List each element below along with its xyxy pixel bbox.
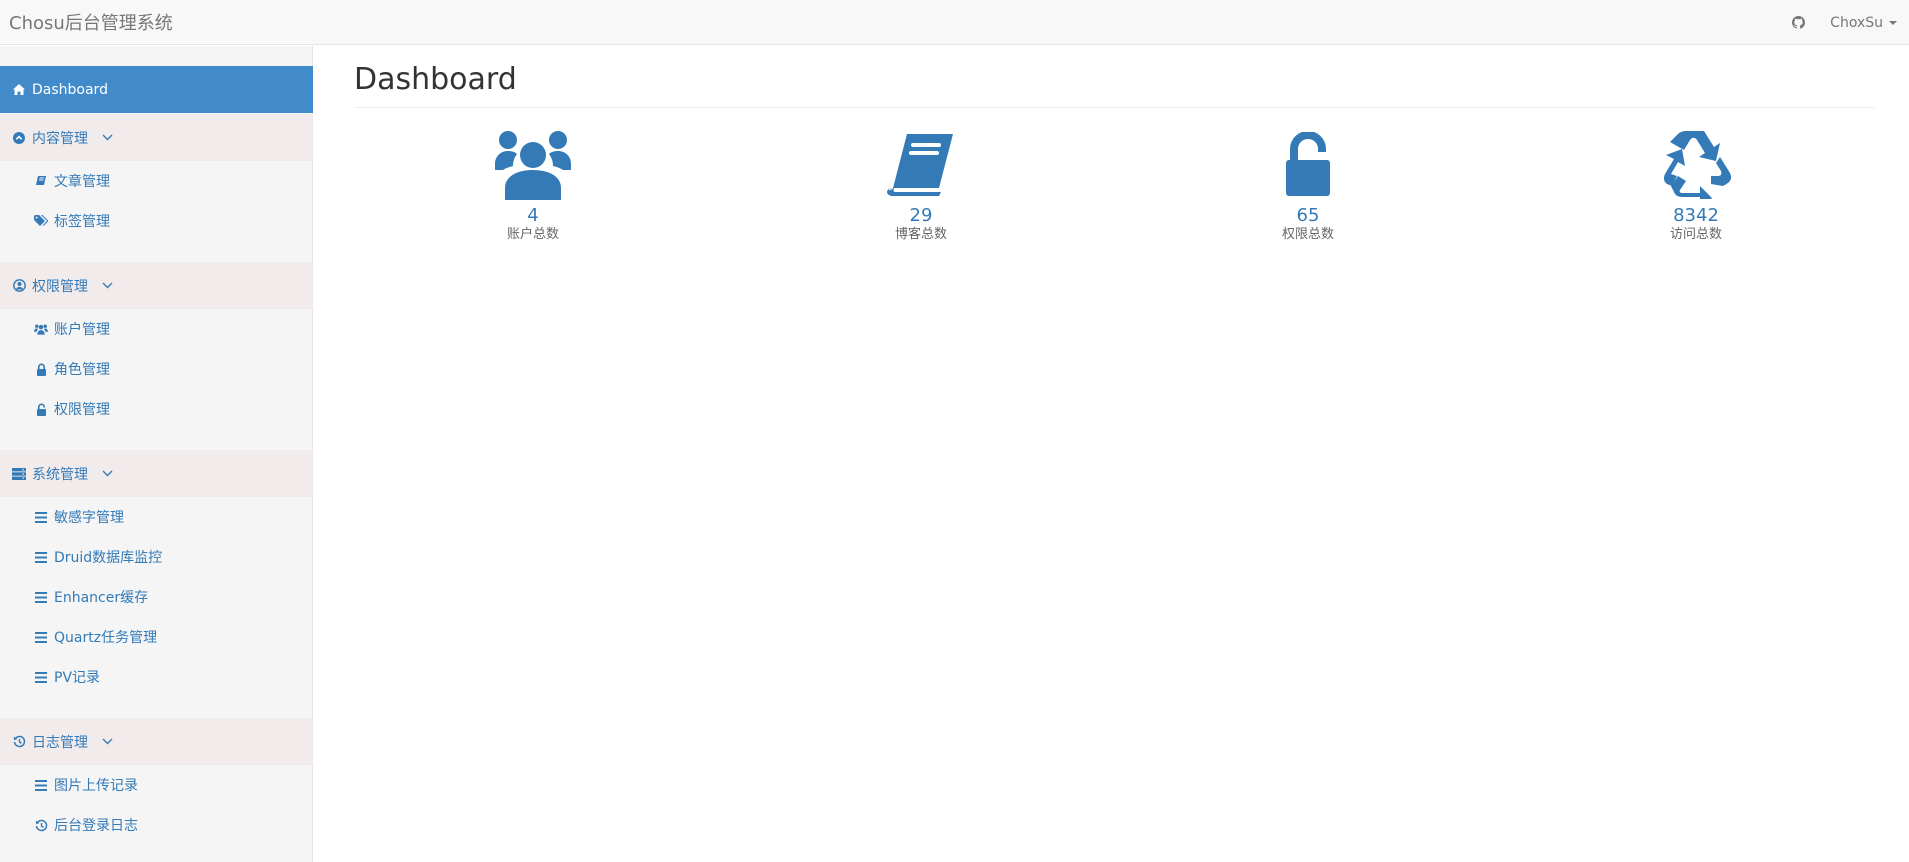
users-icon [34, 322, 48, 336]
chevron-down-icon [102, 134, 113, 141]
book-icon [34, 174, 48, 188]
sidebar-item-dashboard[interactable]: Dashboard [0, 66, 313, 113]
unlock-icon [1228, 126, 1388, 202]
stat-accounts[interactable]: 4 账户总数 [453, 126, 613, 244]
tags-icon [34, 214, 48, 228]
user-menu[interactable]: ChoxSu [1830, 15, 1897, 31]
sidebar-item-label: 账户管理 [54, 322, 110, 338]
circle-chevron-up-icon [12, 131, 26, 145]
sidebar-item-label: 权限管理 [54, 402, 110, 418]
title-divider [354, 107, 1875, 108]
page-title: Dashboard [354, 62, 517, 97]
sidebar-item-login-logs[interactable]: 后台登录日志 [34, 813, 138, 837]
navbar-right: ChoxSu [1790, 0, 1897, 45]
lock-icon [34, 362, 48, 376]
stat-value: 65 [1296, 205, 1320, 226]
sidebar-group-label: 系统管理 [32, 466, 88, 483]
book-icon [841, 126, 1001, 202]
chevron-down-icon [102, 738, 113, 745]
sidebar-item-label: 标签管理 [54, 214, 110, 230]
caret-down-icon [1889, 20, 1897, 25]
sidebar-group-label: 内容管理 [32, 130, 88, 147]
chevron-down-icon [102, 282, 113, 289]
user-circle-icon [12, 279, 26, 293]
stat-value: 4 [527, 205, 539, 226]
stat-value: 29 [909, 205, 933, 226]
sidebar-item-enhancer[interactable]: Enhancer缓存 [34, 585, 148, 609]
sidebar-group-label: 权限管理 [32, 278, 88, 295]
server-icon [12, 467, 26, 481]
sidebar-item-pv[interactable]: PV记录 [34, 665, 100, 689]
sidebar-group-permissions[interactable]: 权限管理 [0, 262, 313, 309]
menu-lines-icon [34, 630, 48, 644]
sidebar-item-label: 图片上传记录 [54, 778, 138, 794]
stat-label: 账户总数 [506, 227, 559, 242]
sidebar-item-label: Quartz任务管理 [54, 630, 158, 646]
sidebar-item-permissions[interactable]: 权限管理 [34, 397, 110, 421]
github-icon[interactable] [1790, 15, 1806, 31]
menu-lines-icon [34, 778, 48, 792]
sidebar-item-articles[interactable]: 文章管理 [34, 169, 110, 193]
menu-lines-icon [34, 590, 48, 604]
sidebar-item-tags[interactable]: 标签管理 [34, 209, 110, 233]
stat-label: 权限总数 [1281, 227, 1334, 242]
sidebar-item-sensitive-words[interactable]: 敏感字管理 [34, 505, 124, 529]
stat-visits[interactable]: 8342 访问总数 [1616, 126, 1776, 244]
recycle-icon [1616, 126, 1776, 202]
stat-label: 访问总数 [1669, 227, 1722, 242]
sidebar-item-label: 敏感字管理 [54, 510, 124, 526]
sidebar-group-label: 日志管理 [32, 734, 88, 751]
chevron-down-icon [102, 470, 113, 477]
sidebar-item-quartz[interactable]: Quartz任务管理 [34, 625, 157, 649]
unlock-icon [34, 402, 48, 416]
stat-permissions[interactable]: 65 权限总数 [1228, 126, 1388, 244]
sidebar-item-image-uploads[interactable]: 图片上传记录 [34, 773, 138, 797]
history-icon [12, 735, 26, 749]
sidebar-item-roles[interactable]: 角色管理 [34, 357, 110, 381]
app-brand[interactable]: Chosu后台管理系统 [9, 9, 173, 35]
sidebar-group-logs[interactable]: 日志管理 [0, 718, 313, 765]
sidebar-group-content[interactable]: 内容管理 [0, 114, 313, 161]
history-icon [34, 818, 48, 832]
sidebar-item-label: Druid数据库监控 [54, 550, 163, 566]
stat-value: 8342 [1673, 205, 1719, 226]
sidebar-item-label: 角色管理 [54, 362, 110, 378]
top-navbar: Chosu后台管理系统 ChoxSu [0, 0, 1909, 45]
sidebar-item-label: 后台登录日志 [54, 818, 138, 834]
sidebar: Dashboard 内容管理 文章管理 标签管理 权限管理 账户管理 角色管理 … [0, 46, 313, 862]
user-name: ChoxSu [1830, 14, 1883, 31]
menu-lines-icon [34, 670, 48, 684]
menu-lines-icon [34, 510, 48, 524]
menu-lines-icon [34, 550, 48, 564]
sidebar-item-label: 文章管理 [54, 174, 110, 190]
sidebar-item-accounts[interactable]: 账户管理 [34, 317, 110, 341]
sidebar-group-system[interactable]: 系统管理 [0, 450, 313, 497]
stat-label: 博客总数 [894, 227, 947, 242]
sidebar-item-label: PV记录 [54, 670, 101, 686]
sidebar-item-label: Enhancer缓存 [54, 590, 149, 606]
sidebar-item-label: Dashboard [32, 81, 108, 98]
users-icon [453, 126, 613, 202]
stat-blogs[interactable]: 29 博客总数 [841, 126, 1001, 244]
home-icon [12, 83, 26, 97]
sidebar-item-druid[interactable]: Druid数据库监控 [34, 545, 162, 569]
